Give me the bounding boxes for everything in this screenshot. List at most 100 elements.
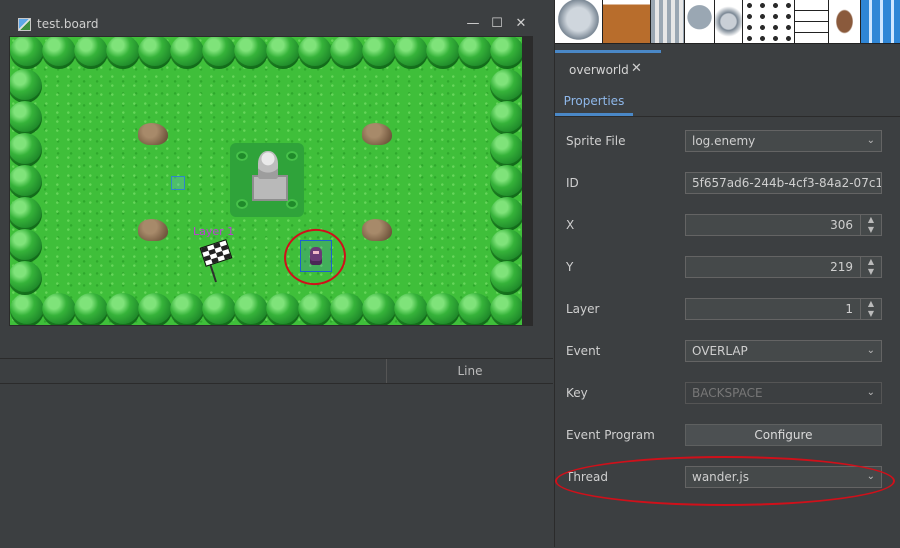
event-program-label: Event Program — [566, 428, 655, 442]
annotation-circle — [280, 224, 350, 290]
row-x: X 306 ▲ ▼ — [555, 210, 900, 240]
tree-sprite — [10, 293, 44, 325]
tree-sprite — [170, 37, 204, 69]
maximize-button[interactable]: ☐ — [485, 12, 509, 36]
x-value: 306 — [830, 218, 853, 232]
configure-button[interactable]: Configure — [685, 424, 882, 446]
document-tab[interactable]: overworld ✕ — [555, 56, 900, 84]
tree-sprite — [490, 133, 522, 167]
tree-sprite — [426, 293, 460, 325]
tree-sprite — [490, 197, 522, 231]
tree-sprite — [138, 37, 172, 69]
tile-fence-icon[interactable] — [651, 0, 685, 44]
tree-sprite — [10, 229, 42, 263]
spinner-arrows-icon[interactable]: ▲ ▼ — [860, 299, 881, 319]
properties-pane: overworld ✕ Properties Sprite File log.e… — [554, 0, 900, 547]
tree-sprite — [10, 37, 44, 69]
event-value: OVERLAP — [692, 344, 748, 358]
key-select[interactable]: BACKSPACE ⌄ — [685, 382, 882, 404]
tree-sprite — [170, 293, 204, 325]
tile-pot-icon[interactable] — [685, 0, 715, 44]
document-tab-label[interactable]: overworld — [569, 63, 629, 77]
id-value: 5f657ad6-244b-4cf3-84a2-07c1bef5 — [692, 176, 882, 190]
row-key: Key BACKSPACE ⌄ — [555, 378, 900, 408]
event-select[interactable]: OVERLAP ⌄ — [685, 340, 882, 362]
statue-sprite[interactable] — [258, 151, 278, 179]
tree-sprite — [490, 261, 522, 295]
tree-sprite — [362, 37, 396, 69]
rock-sprite[interactable] — [138, 123, 168, 145]
tree-sprite — [74, 293, 108, 325]
tree-sprite — [74, 37, 108, 69]
tree-sprite — [234, 37, 268, 69]
spinner-arrows-icon[interactable]: ▲ ▼ — [860, 257, 881, 277]
close-button[interactable]: ✕ — [509, 12, 533, 36]
tileset-strip[interactable] — [555, 0, 900, 44]
tree-sprite — [138, 293, 172, 325]
board-canvas[interactable]: Layer 1 — [10, 37, 522, 325]
layer-value: 1 — [845, 302, 853, 316]
plaza-bush — [286, 151, 298, 161]
x-label: X — [566, 218, 575, 232]
tree-sprite — [394, 37, 428, 69]
x-spinner[interactable]: 306 ▲ ▼ — [685, 214, 882, 236]
row-y: Y 219 ▲ ▼ — [555, 252, 900, 282]
rock-sprite[interactable] — [138, 219, 168, 241]
tile-roof-icon[interactable] — [603, 0, 651, 44]
tree-sprite — [266, 37, 300, 69]
layer-label: Layer 1 — [193, 225, 235, 238]
tree-sprite — [330, 293, 364, 325]
id-field[interactable]: 5f657ad6-244b-4cf3-84a2-07c1bef5 — [685, 172, 882, 194]
tileset-scroll-indicator — [555, 50, 661, 53]
start-flag-icon[interactable] — [199, 239, 233, 267]
tile-stump-icon[interactable] — [829, 0, 861, 44]
minimize-button[interactable]: — — [461, 12, 485, 36]
rock-sprite[interactable] — [362, 123, 392, 145]
chevron-down-icon: ⌄ — [866, 345, 875, 356]
tree-sprite — [10, 101, 42, 135]
tree-sprite — [10, 133, 42, 167]
tile-grid-icon[interactable] — [795, 0, 829, 44]
tree-sprite — [266, 293, 300, 325]
tree-sprite — [234, 293, 268, 325]
tree-sprite — [458, 37, 492, 69]
tree-sprite — [10, 165, 42, 199]
output-table-header: Line — [0, 359, 553, 384]
tree-sprite — [330, 37, 364, 69]
chevron-down-icon: ⌄ — [866, 135, 875, 146]
sprite-file-value: log.enemy — [692, 134, 756, 148]
plaza-bush — [236, 199, 248, 209]
board-file-icon — [18, 17, 31, 31]
tree-sprite — [490, 101, 522, 135]
tile-rocks-icon[interactable] — [743, 0, 795, 44]
tree-sprite — [490, 37, 522, 69]
tree-sprite — [10, 197, 42, 231]
tree-sprite — [10, 261, 42, 295]
trigger-marker[interactable] — [171, 176, 185, 190]
id-label: ID — [566, 176, 579, 190]
tile-water-icon[interactable] — [861, 0, 900, 44]
sprite-file-select[interactable]: log.enemy ⌄ — [685, 130, 882, 152]
rock-sprite[interactable] — [362, 219, 392, 241]
column-header-line[interactable]: Line — [387, 359, 553, 383]
row-sprite-file: Sprite File log.enemy ⌄ — [555, 126, 900, 156]
tree-sprite — [490, 293, 522, 325]
tree-sprite — [490, 165, 522, 199]
y-label: Y — [566, 260, 574, 274]
spinner-arrows-icon[interactable]: ▲ ▼ — [860, 215, 881, 235]
sprite-file-label: Sprite File — [566, 134, 626, 148]
row-layer: Layer 1 ▲ ▼ — [555, 294, 900, 324]
board-titlebar[interactable]: test.board — ☐ ✕ — [9, 12, 533, 37]
column-header-empty[interactable] — [0, 359, 387, 383]
close-tab-icon[interactable]: ✕ — [631, 61, 642, 76]
tile-vase-icon[interactable] — [715, 0, 743, 44]
tab-properties[interactable]: Properties — [555, 88, 633, 116]
tree-sprite — [298, 293, 332, 325]
layer-spinner[interactable]: 1 ▲ ▼ — [685, 298, 882, 320]
y-spinner[interactable]: 219 ▲ ▼ — [685, 256, 882, 278]
tile-tower-icon[interactable] — [555, 0, 603, 44]
tree-sprite — [426, 37, 460, 69]
annotation-circle — [555, 456, 895, 506]
row-event: Event OVERLAP ⌄ — [555, 336, 900, 366]
layer-label: Layer — [566, 302, 600, 316]
